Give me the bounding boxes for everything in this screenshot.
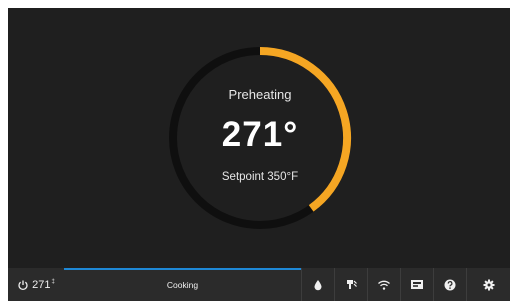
bottom-toolbar: 271 ‡ Cooking	[8, 268, 510, 301]
current-temperature: 271°	[221, 115, 299, 154]
oven-control-screen: Preheating 271° Setpoint 350°F 271 ‡ Coo…	[8, 8, 510, 301]
oven-status-label: Preheating	[228, 87, 292, 102]
power-icon	[17, 279, 29, 291]
probe-icon	[346, 280, 357, 289]
help-button[interactable]	[433, 268, 466, 301]
water-drop-icon	[314, 279, 322, 290]
settings-gear-icon	[483, 279, 494, 290]
cooking-progress-bar	[64, 268, 301, 270]
temperature-dial[interactable]: Preheating 271° Setpoint 350°F	[165, 43, 355, 233]
water-button[interactable]	[301, 268, 334, 301]
cooking-label: Cooking	[166, 279, 199, 290]
main-dial-area: Preheating 271° Setpoint 350°F	[8, 8, 510, 268]
setpoint-label: Setpoint 350°F	[221, 171, 299, 183]
display-icon	[411, 279, 423, 289]
wifi-button[interactable]	[367, 268, 400, 301]
dial-readout: Preheating 271° Setpoint 350°F	[165, 43, 355, 233]
power-temperature-button[interactable]: 271 ‡	[8, 268, 64, 301]
help-icon	[444, 279, 456, 290]
display-button[interactable]	[400, 268, 433, 301]
toolbar-temperature: 271	[32, 278, 51, 291]
probe-button[interactable]	[334, 268, 367, 301]
temperature-unit-mark: ‡	[51, 278, 55, 285]
settings-button[interactable]	[466, 268, 510, 301]
cooking-tab[interactable]: Cooking	[64, 268, 301, 301]
wifi-icon	[378, 280, 390, 290]
